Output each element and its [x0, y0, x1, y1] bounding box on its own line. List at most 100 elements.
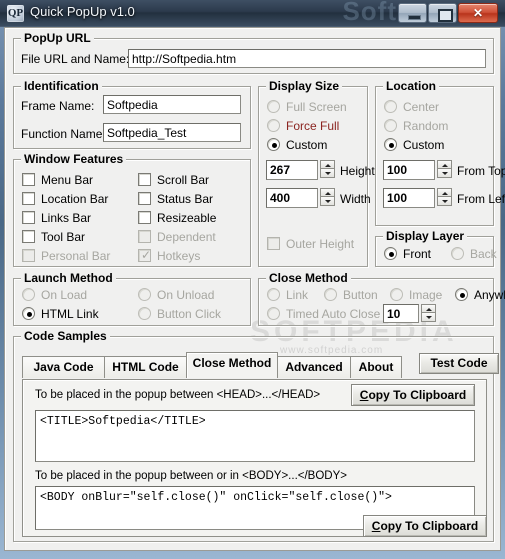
tab-panel-close-method: To be placed in the popup between <HEAD>… — [22, 379, 487, 537]
height-label: Height — [340, 164, 375, 178]
head-code-textarea[interactable]: <TITLE>Softpedia</TITLE> — [35, 410, 475, 462]
close-button-label: Button — [343, 288, 378, 302]
function-name-input[interactable] — [103, 123, 241, 142]
window-title: Quick PopUp v1.0 — [30, 4, 135, 19]
client-area: SOFTPEDIA www.softpedia.com PopUp URL Fi… — [4, 27, 505, 551]
display-size-full-screen-radio[interactable] — [267, 100, 280, 113]
timed-auto-close-label: Timed Auto Close — [286, 307, 381, 321]
frame-name-input[interactable] — [103, 95, 241, 114]
width-spinner-up[interactable] — [320, 188, 335, 197]
radio-dot-icon — [388, 251, 394, 257]
feature-resizeable-label: Resizeable — [157, 211, 217, 225]
minimize-icon — [408, 15, 421, 20]
tab-close-method[interactable]: Close Method — [186, 352, 278, 378]
feature-dependent-checkbox[interactable] — [138, 230, 151, 243]
display-layer-caption: Display Layer — [383, 229, 468, 243]
location-custom-radio[interactable] — [384, 138, 397, 151]
close-button[interactable]: ✕ — [458, 3, 498, 23]
from-top-input[interactable] — [383, 160, 435, 180]
feature-tool-bar-checkbox[interactable] — [22, 230, 35, 243]
height-spinner-down[interactable] — [320, 169, 335, 178]
location-caption: Location — [383, 79, 439, 93]
feature-hotkeys-label: Hotkeys — [157, 249, 201, 263]
feature-menu-bar-checkbox[interactable] — [22, 173, 35, 186]
feature-links-bar-label: Links Bar — [41, 211, 92, 225]
from-left-label: From Left — [457, 192, 505, 206]
launch-html-link-radio[interactable] — [22, 307, 35, 320]
tab-advanced[interactable]: Advanced — [277, 356, 351, 378]
from-left-input[interactable] — [383, 188, 435, 208]
feature-location-bar-label: Location Bar — [41, 192, 109, 206]
feature-status-bar-checkbox[interactable] — [138, 192, 151, 205]
display-size-force-full-radio[interactable] — [267, 119, 280, 132]
tab-java-code[interactable]: Java Code — [22, 356, 105, 378]
display-layer-front-radio[interactable] — [384, 247, 397, 260]
launch-on-load-radio[interactable] — [22, 288, 35, 301]
close-icon: ✕ — [472, 6, 484, 20]
close-image-radio[interactable] — [390, 288, 403, 301]
feature-status-bar-label: Status Bar — [157, 192, 214, 206]
feature-menu-bar-label: Menu Bar — [41, 173, 94, 187]
from-top-spinner-down[interactable] — [437, 169, 452, 178]
feature-personal-bar-checkbox[interactable] — [22, 249, 35, 262]
from-top-spinner[interactable] — [437, 160, 452, 178]
feature-location-bar-checkbox[interactable] — [22, 192, 35, 205]
from-left-spinner-up[interactable] — [437, 188, 452, 197]
launch-on-unload-radio[interactable] — [138, 288, 151, 301]
location-group: Location Center Random Custom From Top Fro… — [375, 79, 505, 226]
width-spinner-down[interactable] — [320, 197, 335, 206]
from-left-spinner-down[interactable] — [437, 197, 452, 206]
title-bar[interactable]: Soft QP Quick PopUp v1.0 ✕ — [0, 0, 505, 27]
tab-html-code[interactable]: HTML Code — [104, 356, 187, 378]
feature-tool-bar-label: Tool Bar — [41, 230, 86, 244]
width-spinner[interactable] — [320, 188, 335, 206]
feature-resizeable-checkbox[interactable] — [138, 211, 151, 224]
display-size-force-full-label: Force Full — [286, 119, 340, 133]
width-input[interactable] — [266, 188, 318, 208]
timed-spinner-up[interactable] — [421, 304, 436, 313]
from-left-spinner[interactable] — [437, 188, 452, 206]
function-name-label: Function Name: — [21, 127, 106, 141]
launch-button-click-radio[interactable] — [138, 307, 151, 320]
identification-caption: Identification — [21, 79, 102, 93]
height-spinner-up[interactable] — [320, 160, 335, 169]
window-features-group: Window Features Menu Bar Location Bar Link… — [13, 152, 251, 267]
height-spinner[interactable] — [320, 160, 335, 178]
display-layer-back-radio[interactable] — [451, 247, 464, 260]
close-link-radio[interactable] — [267, 288, 280, 301]
close-method-caption: Close Method — [266, 271, 351, 285]
display-size-custom-label: Custom — [286, 138, 328, 152]
feature-hotkeys-checkbox[interactable]: ✓ — [138, 249, 151, 262]
copy-to-clipboard-bottom-button[interactable]: Copy To Clipboard — [363, 515, 487, 537]
timed-auto-close-spinner[interactable] — [421, 304, 436, 322]
timed-auto-close-radio[interactable] — [267, 307, 280, 320]
file-url-input[interactable] — [128, 49, 486, 68]
copy-to-clipboard-top-button[interactable]: Copy To Clipboard — [351, 384, 475, 406]
display-size-full-screen-label: Full Screen — [286, 100, 347, 114]
maximize-button[interactable] — [428, 3, 457, 23]
code-samples-caption: Code Samples — [21, 329, 110, 343]
close-method-group: Close Method Link Button Image Anywhere Tim… — [258, 271, 505, 326]
close-link-label: Link — [286, 288, 309, 302]
outer-height-checkbox[interactable] — [267, 237, 280, 250]
location-random-radio[interactable] — [384, 119, 397, 132]
timed-spinner-down[interactable] — [421, 313, 436, 322]
location-random-label: Random — [403, 119, 449, 133]
location-custom-label: Custom — [403, 138, 445, 152]
copy-bottom-rest: opy To Clipboard — [380, 519, 479, 533]
close-button-radio[interactable] — [324, 288, 337, 301]
height-input[interactable] — [266, 160, 318, 180]
tab-about[interactable]: About — [350, 356, 402, 378]
display-layer-group: Display Layer Front Back — [375, 229, 497, 267]
titlebar-watermark: Soft — [342, 0, 397, 26]
radio-dot-icon — [459, 292, 465, 298]
feature-links-bar-checkbox[interactable] — [22, 211, 35, 224]
timed-auto-close-input[interactable] — [383, 304, 419, 323]
from-top-spinner-up[interactable] — [437, 160, 452, 169]
close-anywhere-radio[interactable] — [455, 288, 468, 301]
display-size-custom-radio[interactable] — [267, 138, 280, 151]
test-code-button[interactable]: Test Code — [419, 353, 499, 374]
feature-scroll-bar-checkbox[interactable] — [138, 173, 151, 186]
minimize-button[interactable] — [398, 3, 427, 23]
location-center-radio[interactable] — [384, 100, 397, 113]
